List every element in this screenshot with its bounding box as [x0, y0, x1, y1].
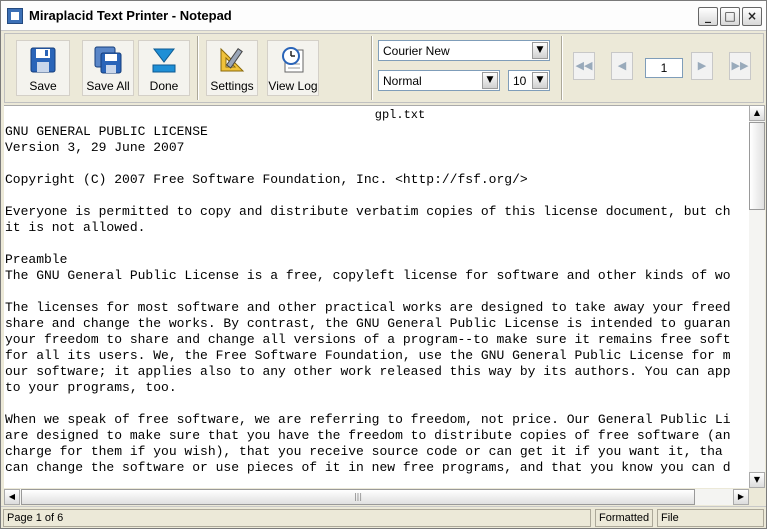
font-family-value: Courier New — [383, 44, 450, 58]
document-text: GNU GENERAL PUBLIC LICENSE Version 3, 29 … — [5, 124, 731, 476]
next-page-button[interactable]: ▶ — [691, 52, 713, 80]
horizontal-scrollbar[interactable]: ◀ ||| ▶ — [4, 489, 749, 505]
text-line: charge for them if you wish), that you r… — [5, 444, 723, 459]
document-view[interactable]: gpl.txt GNU GENERAL PUBLIC LICENSE Versio… — [4, 105, 749, 488]
settings-button[interactable]: Settings — [206, 40, 258, 96]
text-line: can change the software or use pieces of… — [5, 460, 731, 475]
text-line: Everyone is permitted to copy and distri… — [5, 204, 731, 219]
download-arrow-icon — [152, 48, 176, 73]
maximize-button[interactable]: □ — [720, 7, 740, 26]
scroll-left-icon[interactable]: ◀ — [4, 489, 20, 505]
font-size-select[interactable]: 10 ▼ — [508, 70, 550, 91]
status-page: Page 1 of 6 — [3, 509, 591, 527]
text-line: to your programs, too. — [5, 380, 177, 395]
toolbar-separator — [197, 36, 199, 100]
text-line: Copyright (C) 2007 Free Software Foundat… — [5, 172, 528, 187]
text-line: When we speak of free software, we are r… — [5, 412, 731, 427]
done-label: Done — [149, 79, 179, 93]
save-button[interactable]: Save — [16, 40, 70, 96]
floppy-disk-icon — [30, 47, 56, 73]
toolbar-separator — [561, 36, 563, 100]
page-number-input[interactable]: 1 — [645, 58, 683, 78]
text-line: your freedom to share and change all ver… — [5, 332, 731, 347]
ruler-triangle-icon — [220, 47, 245, 72]
multiple-floppy-icon — [94, 46, 122, 74]
double-right-arrow-icon: ▶▶ — [731, 59, 749, 72]
text-line: The licenses for most software and other… — [5, 300, 731, 315]
text-line: share and change the works. By contrast,… — [5, 316, 731, 331]
text-line — [5, 396, 731, 412]
text-line — [5, 188, 731, 204]
font-size-value: 10 — [513, 74, 527, 88]
scroll-right-icon[interactable]: ▶ — [733, 489, 749, 505]
toolbar: Save Save All Done Settings View Log Cou… — [4, 33, 764, 103]
chevron-down-icon[interactable]: ▼ — [532, 42, 548, 59]
double-left-arrow-icon: ◀◀ — [575, 59, 593, 72]
save-all-button[interactable]: Save All — [82, 40, 134, 96]
last-page-button[interactable]: ▶▶ — [729, 52, 751, 80]
text-line: Version 3, 29 June 2007 — [5, 140, 185, 155]
font-family-select[interactable]: Courier New ▼ — [378, 40, 550, 61]
toolbar-separator — [371, 36, 373, 100]
text-line: Preamble — [5, 252, 68, 267]
text-line: it is not allowed. — [5, 220, 146, 235]
status-bar: Page 1 of 6 Formatted File — [1, 506, 766, 528]
left-arrow-icon: ◀ — [617, 59, 627, 72]
clock-document-icon — [282, 47, 304, 73]
chevron-down-icon[interactable]: ▼ — [482, 72, 498, 89]
text-line — [5, 284, 731, 300]
text-line: our software; it applies also to any oth… — [5, 364, 731, 379]
text-line: GNU GENERAL PUBLIC LICENSE — [5, 124, 208, 139]
document-title: gpl.txt — [374, 108, 426, 122]
previous-page-button[interactable]: ◀ — [611, 52, 633, 80]
text-line — [5, 156, 731, 172]
font-style-select[interactable]: Normal ▼ — [378, 70, 500, 91]
save-label: Save — [29, 79, 57, 93]
settings-label: Settings — [210, 79, 254, 93]
vertical-scroll-thumb[interactable] — [749, 122, 765, 210]
text-line: are designed to make sure that you have … — [5, 428, 731, 443]
status-format: Formatted — [595, 509, 653, 527]
scroll-up-icon[interactable]: ▲ — [749, 105, 765, 121]
title-bar[interactable]: Miraplacid Text Printer - Notepad _ □ × — [1, 1, 766, 31]
vertical-scrollbar[interactable]: ▲ ▼ — [749, 105, 765, 488]
chevron-down-icon[interactable]: ▼ — [532, 72, 548, 89]
text-line — [5, 236, 731, 252]
status-file: File — [657, 509, 764, 527]
app-icon — [7, 8, 23, 24]
minimize-button[interactable]: _ — [698, 7, 718, 26]
text-line: for all its users. We, the Free Software… — [5, 348, 731, 363]
done-button[interactable]: Done — [138, 40, 190, 96]
save-all-label: Save All — [86, 79, 130, 93]
close-button[interactable]: × — [742, 7, 762, 26]
view-log-button[interactable]: View Log — [267, 40, 319, 96]
text-line: The GNU General Public License is a free… — [5, 268, 731, 283]
font-style-value: Normal — [383, 74, 422, 88]
right-arrow-icon: ▶ — [697, 59, 707, 72]
application-window: Miraplacid Text Printer - Notepad _ □ × … — [0, 0, 767, 529]
first-page-button[interactable]: ◀◀ — [573, 52, 595, 80]
scroll-down-icon[interactable]: ▼ — [749, 472, 765, 488]
horizontal-scroll-thumb[interactable]: ||| — [21, 489, 695, 505]
view-log-label: View Log — [268, 79, 318, 93]
window-title: Miraplacid Text Printer - Notepad — [29, 8, 232, 23]
